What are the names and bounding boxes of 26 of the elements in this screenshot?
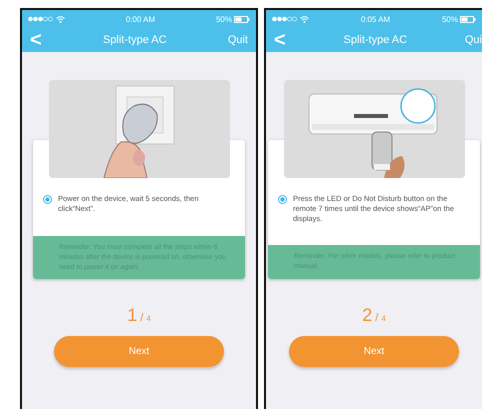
quit-button[interactable]: Qui — [464, 34, 482, 46]
signal-icon — [272, 16, 297, 22]
step-current: 2 — [362, 304, 372, 326]
status-time: 0:00 AM — [126, 14, 156, 24]
status-time: 0:05 AM — [360, 14, 390, 24]
signal-icon — [28, 16, 53, 22]
wifi-icon — [56, 16, 65, 22]
battery-percent: 50% — [216, 14, 232, 24]
next-button[interactable]: Next — [289, 336, 459, 367]
battery-icon — [234, 16, 250, 22]
quit-button[interactable]: Quit — [228, 34, 248, 46]
back-button[interactable]: < — [274, 30, 286, 50]
back-button[interactable]: < — [30, 30, 42, 50]
screen-title: Split-type AC — [102, 34, 167, 46]
screen-title: Split-type AC — [343, 34, 408, 46]
step-total: 4 — [381, 314, 386, 323]
battery-icon — [460, 16, 476, 22]
step-current: 1 — [127, 304, 138, 326]
radio-button[interactable] — [43, 195, 52, 204]
step-total: 4 — [146, 314, 151, 323]
step-separator: / — [140, 312, 144, 324]
wifi-icon — [300, 16, 309, 22]
next-button[interactable]: Next — [54, 336, 224, 367]
radio-button[interactable] — [278, 195, 287, 204]
step-separator: / — [375, 312, 378, 324]
battery-percent: 50% — [442, 14, 458, 24]
